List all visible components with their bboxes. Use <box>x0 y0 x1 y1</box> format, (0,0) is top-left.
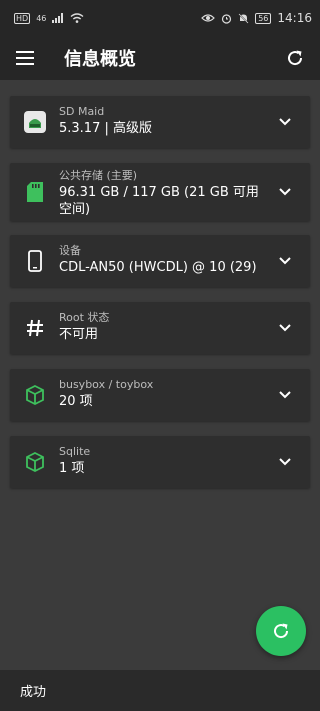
card-label: 设备 <box>59 244 81 257</box>
card-label: 公共存储 (主要) <box>59 169 138 182</box>
chevron-down-icon <box>279 118 291 126</box>
menu-button[interactable] <box>12 45 38 71</box>
card-label: Sqlite <box>59 445 91 458</box>
card-value: 20 项 <box>59 394 93 409</box>
refresh-fab[interactable] <box>256 606 306 656</box>
eye-icon <box>201 14 216 22</box>
expand-button[interactable] <box>277 454 293 470</box>
card-sqlite[interactable]: Sqlite 1 项 <box>10 436 310 488</box>
package-icon <box>24 384 46 406</box>
expand-button[interactable] <box>277 184 293 200</box>
card-sdmaid[interactable]: SD Maid 5.3.17 | 高级版 <box>10 96 310 148</box>
signal-icon <box>52 13 64 23</box>
snackbar: 成功 <box>0 670 320 711</box>
hd-badge: HD <box>14 12 31 24</box>
chevron-down-icon <box>279 458 291 466</box>
expand-button[interactable] <box>277 253 293 269</box>
chevron-down-icon <box>279 391 291 399</box>
page-title: 信息概览 <box>64 49 136 70</box>
card-value: 1 项 <box>59 461 85 476</box>
chevron-down-icon <box>279 257 291 265</box>
status-left: HD 46 <box>14 12 84 24</box>
package-icon <box>24 451 46 473</box>
status-right: 56 14:16 <box>201 11 312 25</box>
refresh-icon <box>274 623 289 639</box>
refresh-button[interactable] <box>282 45 308 71</box>
card-value: 5.3.17 | 高级版 <box>59 121 152 136</box>
chevron-down-icon <box>279 324 291 332</box>
chevron-down-icon <box>279 188 291 196</box>
card-device[interactable]: 设备 CDL-AN50 (HWCDL) @ 10 (29) <box>10 235 310 287</box>
sdmaid-logo-icon <box>24 111 46 133</box>
card-value: 96.31 GB / 117 GB (21 GB 可用空间) <box>59 185 259 217</box>
battery-indicator: 56 <box>255 12 272 24</box>
snackbar-text: 成功 <box>20 685 47 700</box>
hash-icon <box>24 317 46 339</box>
alarm-icon <box>222 13 232 24</box>
app-bar: 信息概览 <box>0 36 320 80</box>
card-value: 不可用 <box>59 327 99 342</box>
card-busybox[interactable]: busybox / toybox 20 项 <box>10 369 310 421</box>
hamburger-icon <box>16 51 34 65</box>
sd-card-icon <box>24 181 46 203</box>
expand-button[interactable] <box>277 387 293 403</box>
card-storage[interactable]: 公共存储 (主要) 96.31 GB / 117 GB (21 GB 可用空间) <box>10 163 310 221</box>
expand-button[interactable] <box>277 114 293 130</box>
status-bar: HD 46 56 14:16 <box>0 0 320 36</box>
signal-label: 46 <box>36 13 47 23</box>
clock: 14:16 <box>277 11 312 25</box>
expand-button[interactable] <box>277 320 293 336</box>
mute-icon <box>238 12 249 24</box>
card-value: CDL-AN50 (HWCDL) @ 10 (29) <box>59 260 257 275</box>
card-root-status[interactable]: Root 状态 不可用 <box>10 302 310 354</box>
card-label: SD Maid <box>59 105 105 118</box>
card-label: busybox / toybox <box>59 378 154 391</box>
wifi-icon <box>70 13 84 23</box>
refresh-icon <box>288 50 303 66</box>
card-label: Root 状态 <box>59 311 110 324</box>
phone-icon <box>24 250 46 272</box>
